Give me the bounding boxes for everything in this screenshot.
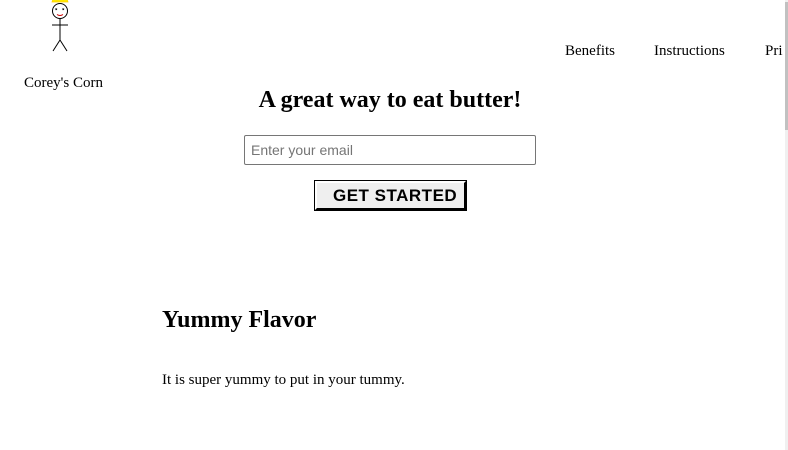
get-started-button[interactable]: GET STARTED	[314, 180, 467, 211]
stick-figure-with-crown-icon	[51, 0, 69, 52]
feature-description: It is super yummy to put in your tummy.	[162, 372, 405, 388]
email-input[interactable]	[244, 135, 536, 165]
nav-link-benefits[interactable]: Benefits	[565, 43, 615, 60]
hero-headline: A great way to eat butter!	[258, 87, 522, 113]
nav-link-pricing[interactable]: Pri	[765, 43, 783, 60]
nav-link-instructions[interactable]: Instructions	[654, 43, 725, 60]
landing-page: Corey's Corn Benefits Instructions Pri A…	[0, 0, 788, 450]
feature-title: Yummy Flavor	[162, 307, 317, 333]
